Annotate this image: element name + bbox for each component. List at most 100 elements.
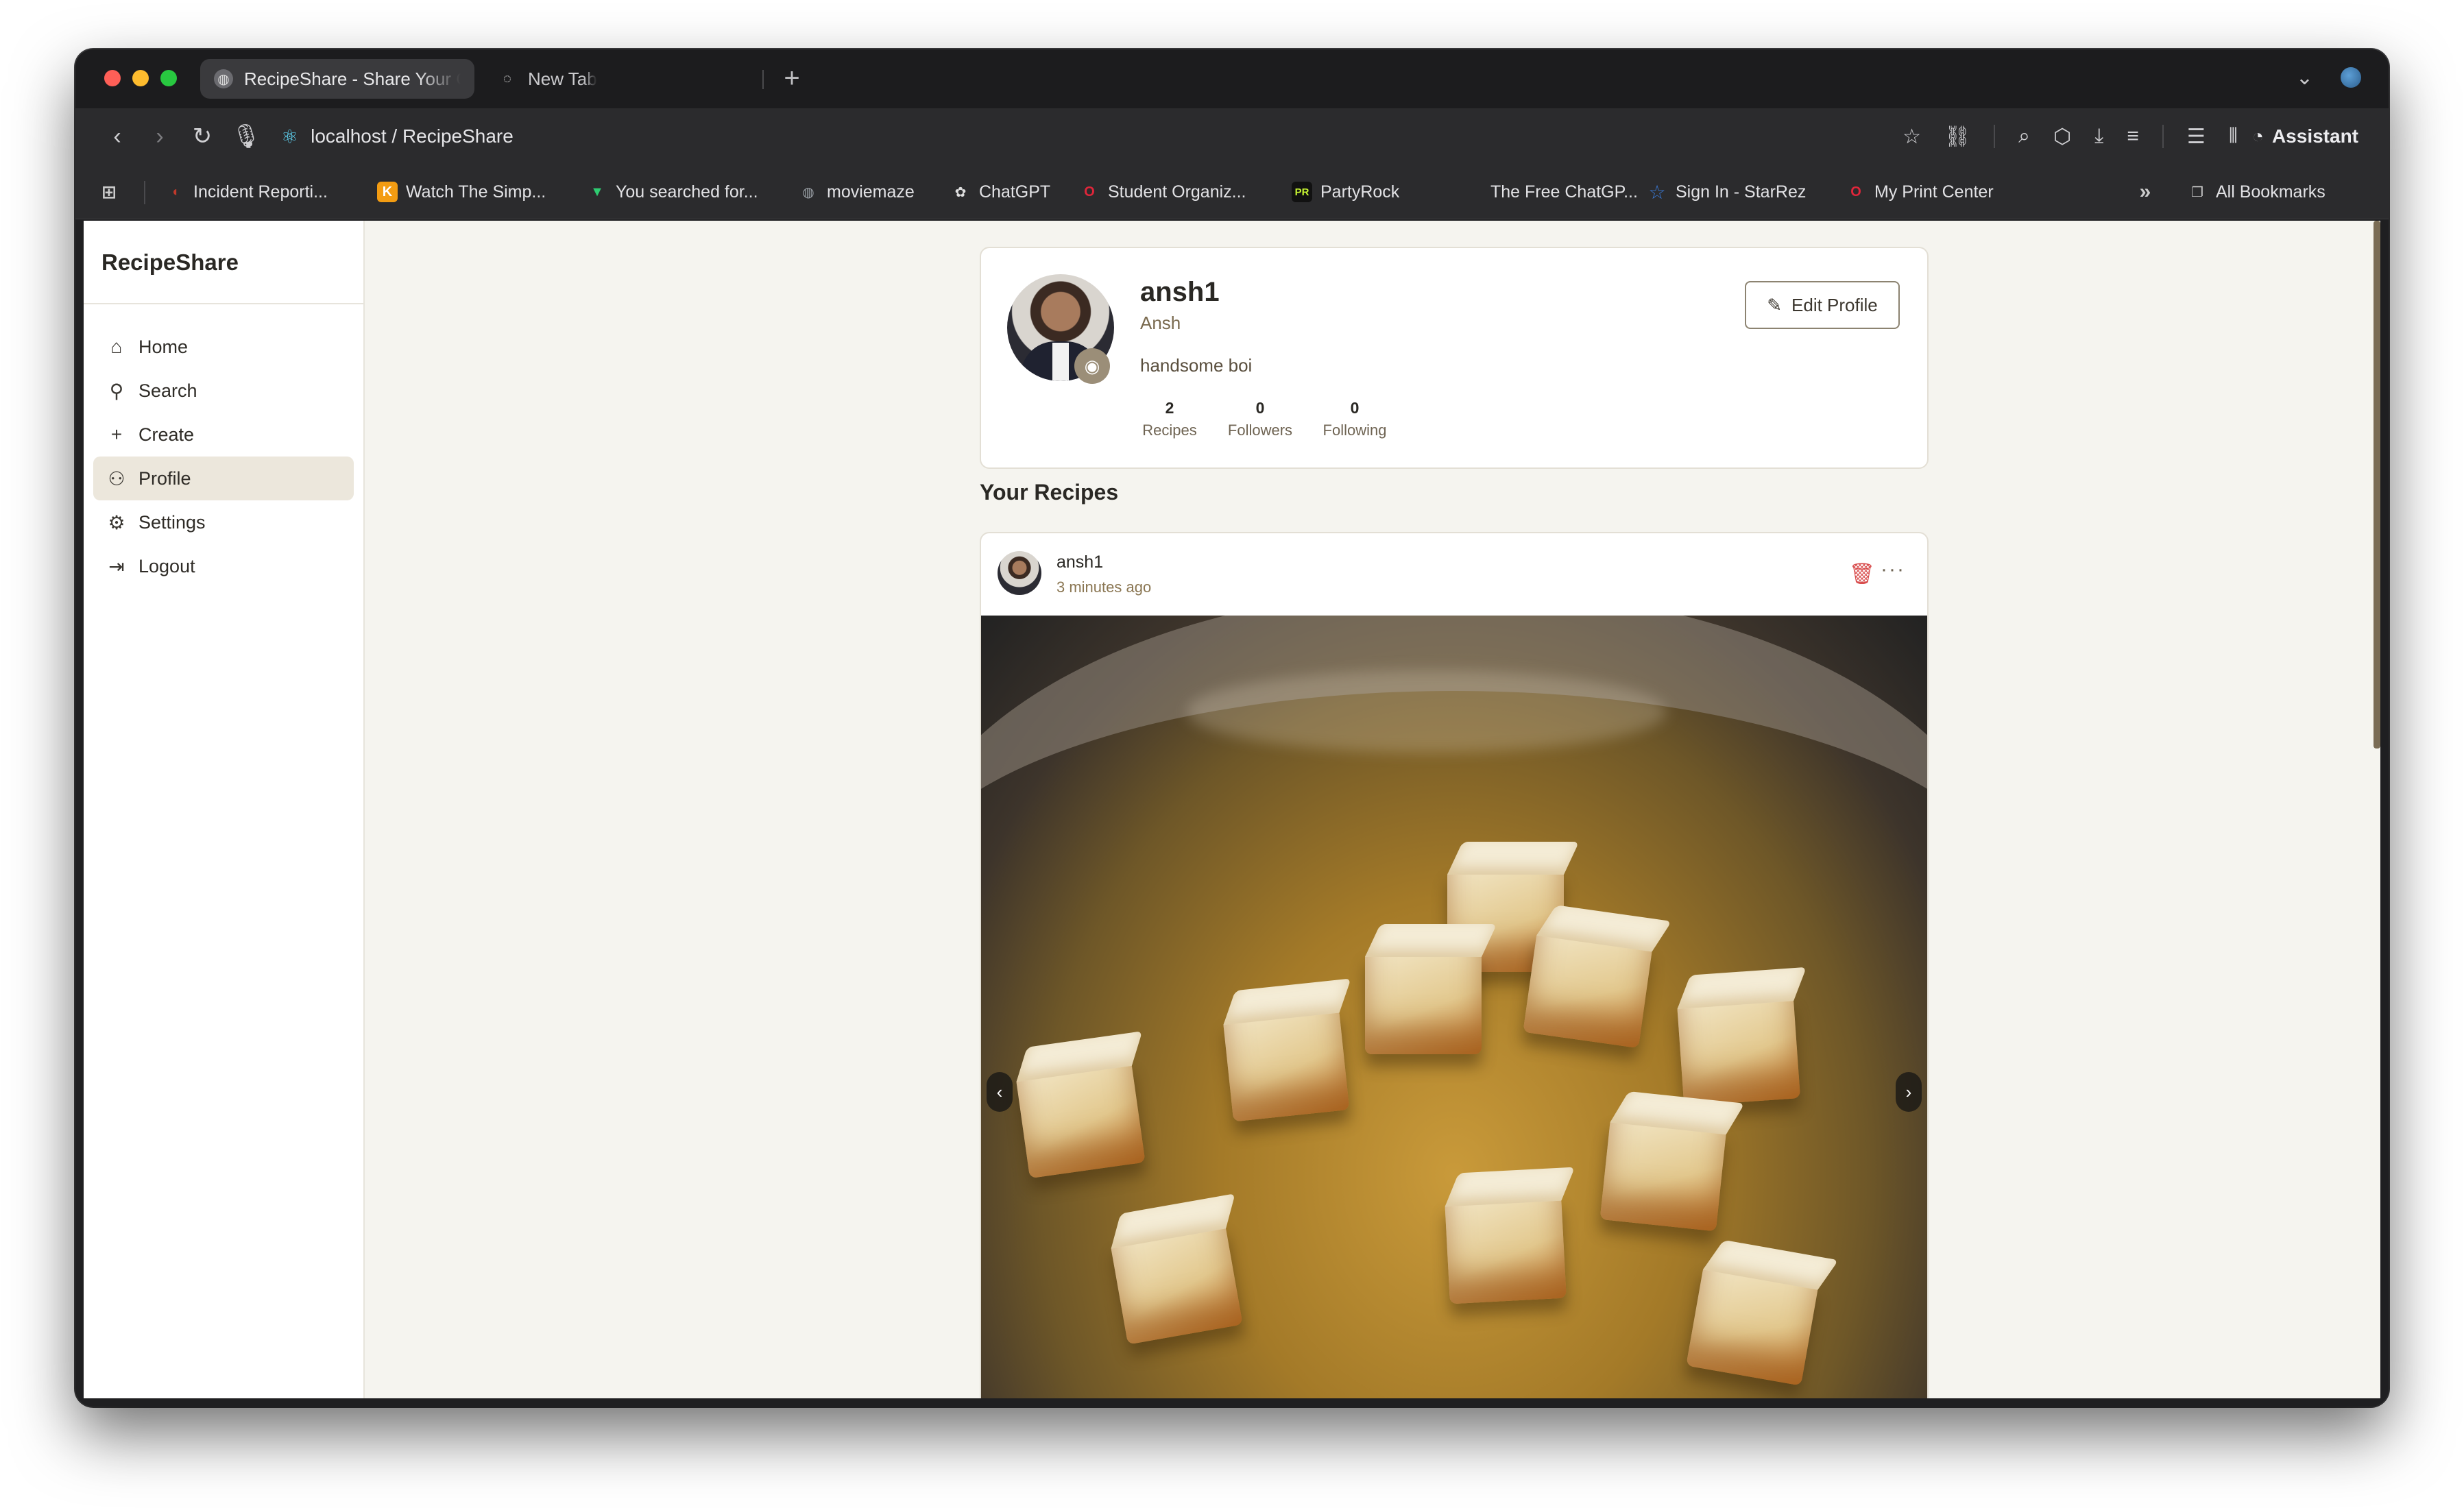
paneer-cube (1365, 951, 1482, 1054)
bookmark-star-icon[interactable]: ☆ (1903, 125, 1921, 149)
section-title: Your Recipes (980, 480, 1119, 504)
sidebar-item-label: Settings (138, 511, 206, 533)
bookmark-label: Incident Reporti... (193, 182, 328, 202)
assistant-label: Assistant (2271, 125, 2358, 147)
maximize-window-button[interactable] (160, 70, 177, 86)
star-icon: ☆ (1648, 181, 1666, 203)
bookmark-label: Watch The Simp... (406, 182, 546, 202)
trash-icon[interactable]: 🗑︎ (1849, 562, 1875, 586)
bookmark-item[interactable]: ◖ Incident Reporti... (165, 165, 328, 219)
tab-recipeshare[interactable]: ◍ RecipeShare - Share Your C (200, 59, 474, 99)
audio-wave-icon[interactable]: ⦀ (2229, 125, 2238, 148)
react-icon: ⚛ (281, 125, 299, 147)
sidebar-item-search[interactable]: ⚲ Search (93, 369, 354, 413)
k-icon: K (377, 182, 398, 202)
camera-icon[interactable]: ◉ (1074, 348, 1110, 384)
stat-label: Followers (1227, 422, 1293, 439)
download-icon[interactable]: ⤓ (2094, 125, 2103, 148)
address-bar[interactable]: ⚛ localhost / RecipeShare (281, 108, 514, 165)
back-icon[interactable]: ‹ (99, 108, 136, 165)
carousel-next-button[interactable]: › (1896, 1072, 1922, 1112)
globe-icon: ◍ (214, 69, 233, 88)
home-icon: ⌂ (110, 336, 123, 357)
toolbar-divider (2162, 125, 2164, 148)
recipe-card: ansh1 3 minutes ago 🗑︎ ··· ‹ › (980, 532, 1929, 1398)
bookmark-label: Student Organiz... (1108, 182, 1246, 202)
menu-lines-icon[interactable]: ☰ (2187, 125, 2206, 149)
stat-value: 0 (1255, 399, 1265, 417)
user-icon: ⚇ (108, 467, 125, 489)
paneer-cube (1015, 1060, 1146, 1179)
forward-icon[interactable]: › (141, 108, 178, 165)
bookmark-label: PartyRock (1320, 182, 1400, 202)
browser-toolbar: ‹ › ↻ 🎙︎ ⚛ localhost / RecipeShare ☆ ⛓ ⌕… (75, 108, 2389, 165)
recipe-image[interactable]: ‹ › (981, 616, 1927, 1398)
sidebar-item-home[interactable]: ⌂ Home (93, 325, 354, 369)
sidebar-nav: ⌂ Home ⚲ Search + Create ⚇ Profile ⚙ Set… (84, 304, 363, 588)
more-options-icon[interactable]: ··· (1881, 558, 1905, 581)
bookmark-item[interactable]: K Watch The Simp... (377, 165, 546, 219)
post-author[interactable]: ansh1 (1056, 552, 1103, 572)
bookmarks-folder-icon: ❐ (2191, 184, 2203, 200)
paneer-cube (1222, 1007, 1350, 1122)
avatar-shirt (1052, 343, 1069, 381)
profile-card: ◉ ansh1 Ansh handsome boi 2 Recipes 0 Fo… (980, 247, 1929, 469)
incident-icon: ◖ (170, 184, 180, 199)
bookmark-item[interactable]: ✿ ChatGPT (950, 165, 1051, 219)
microphone-icon[interactable]: 🎙︎ (228, 108, 265, 165)
url-text: localhost / RecipeShare (311, 125, 514, 147)
bookmark-item[interactable]: O Student Organiz... (1079, 165, 1246, 219)
sidebar-item-create[interactable]: + Create (93, 413, 354, 457)
page-scrollbar[interactable] (2374, 221, 2380, 749)
carousel-prev-button[interactable]: ‹ (987, 1072, 1013, 1112)
bookmark-item[interactable]: The Free ChatGP... (1462, 165, 1638, 219)
link-icon[interactable]: ⛓ (1944, 125, 1970, 149)
profile-bio: handsome boi (1140, 355, 1253, 376)
bookmark-item[interactable]: PR PartyRock (1292, 165, 1399, 219)
extensions-icon[interactable]: ⬡ (2053, 125, 2071, 149)
lens-icon[interactable]: ⌕ (2018, 125, 2030, 148)
sidebar-item-profile[interactable]: ⚇ Profile (93, 457, 354, 500)
reload-icon[interactable]: ↻ (184, 108, 221, 165)
sidebar-item-settings[interactable]: ⚙ Settings (93, 500, 354, 544)
bookmarks-bar: ⊞ ◖ Incident Reporti... K Watch The Simp… (75, 165, 2389, 219)
stat-followers[interactable]: 0 Followers (1222, 399, 1298, 439)
edit-profile-button[interactable]: ✎ Edit Profile (1745, 281, 1900, 329)
tab-label: New Tab (528, 68, 597, 89)
sidebar-item-logout[interactable]: ⇥ Logout (93, 544, 354, 588)
tab-divider (762, 70, 764, 89)
all-bookmarks-button[interactable]: ❐ All Bookmarks (2187, 165, 2326, 219)
openai-icon: ✿ (954, 184, 967, 200)
more-bookmarks-icon[interactable]: » (2135, 165, 2155, 219)
bookmark-item[interactable]: ◍ moviemaze (798, 165, 915, 219)
reading-list-icon[interactable]: ≡ (2127, 125, 2139, 148)
edit-profile-label: Edit Profile (1791, 294, 1878, 315)
apps-grid-icon[interactable]: ⊞ (99, 165, 119, 219)
sidebar-item-label: Logout (138, 555, 195, 576)
minimize-window-button[interactable] (132, 70, 149, 86)
stat-value: 0 (1350, 399, 1360, 417)
bookmark-label: The Free ChatGP... (1490, 182, 1638, 202)
bookmark-item[interactable]: ▼ You searched for... (587, 165, 758, 219)
sidebar-item-label: Profile (138, 467, 191, 489)
browser-profile-icon[interactable] (2341, 67, 2361, 88)
edit-icon: ✎ (1767, 294, 1783, 315)
plus-icon: + (110, 424, 123, 445)
pan-shine (1187, 670, 1667, 753)
chevron-down-icon[interactable]: ⌄ (2296, 66, 2313, 90)
avatar[interactable] (998, 551, 1041, 595)
new-tab-button[interactable]: + (775, 62, 809, 96)
close-window-button[interactable] (104, 70, 121, 86)
tab-new-tab[interactable]: ◌ New Tab (484, 59, 751, 99)
opera-icon: O (1850, 184, 1861, 199)
sidebar-item-label: Create (138, 424, 195, 445)
sidebar-item-label: Home (138, 336, 189, 357)
paneer-cube (1110, 1223, 1243, 1345)
main-content: ◉ ansh1 Ansh handsome boi 2 Recipes 0 Fo… (365, 221, 2380, 1398)
bookmark-item[interactable]: ☆ Sign In - StarRez (1647, 165, 1806, 219)
stat-recipes[interactable]: 2 Recipes (1140, 399, 1199, 439)
assistant-button[interactable]: ◔ Assistant (2252, 108, 2358, 165)
stat-following[interactable]: 0 Following (1316, 399, 1394, 439)
bookmark-item[interactable]: O My Print Center (1846, 165, 1993, 219)
brand-title[interactable]: RecipeShare (84, 221, 363, 304)
